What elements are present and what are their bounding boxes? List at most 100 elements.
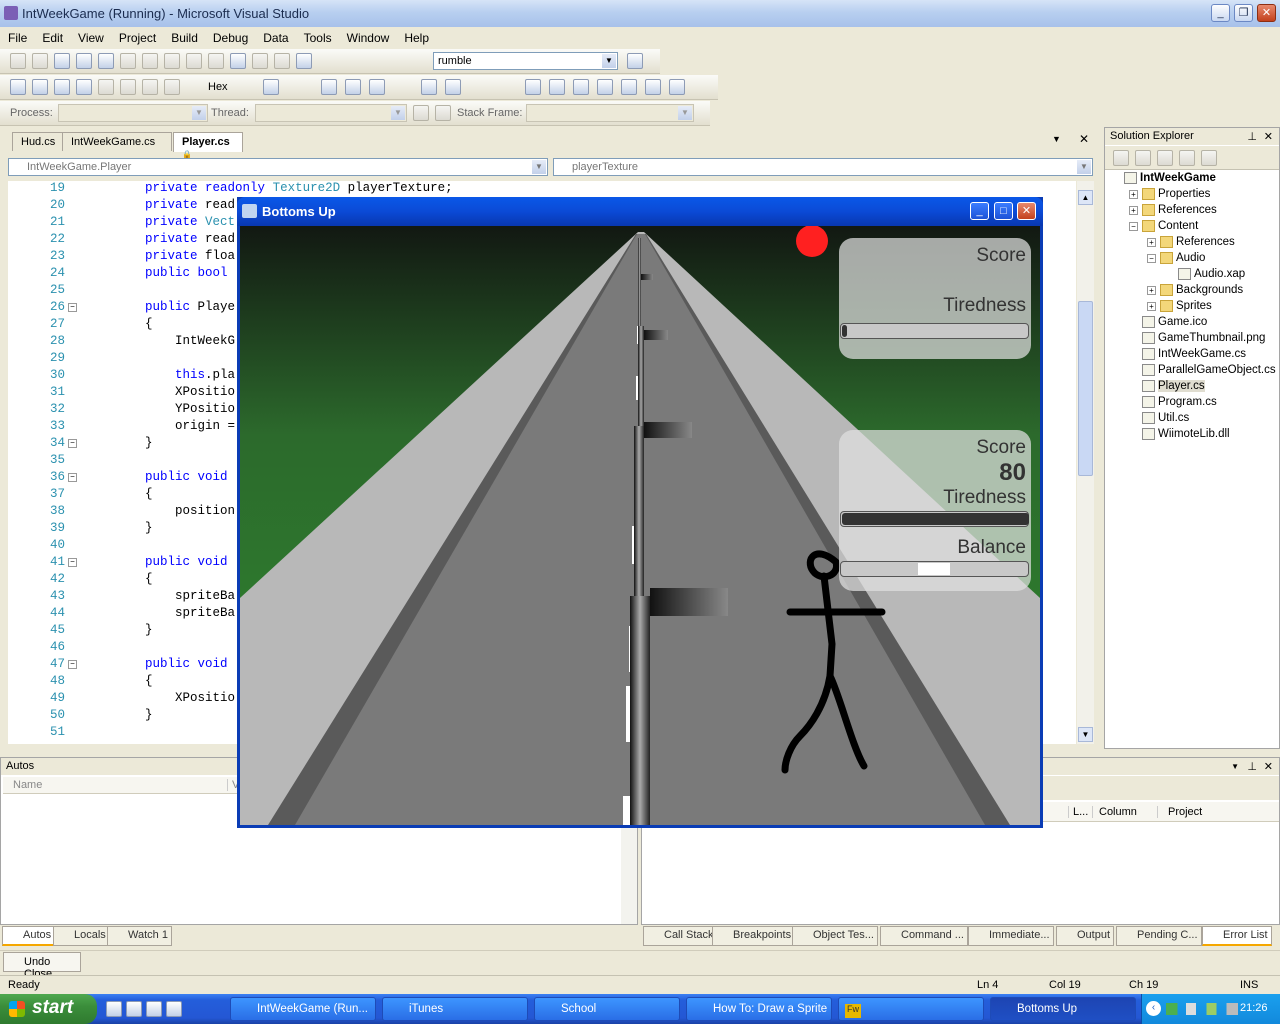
bookmark-prev-icon[interactable] (549, 79, 565, 95)
tab-breakpoints[interactable]: Breakpoints (712, 926, 796, 946)
menu-view[interactable]: View (70, 27, 111, 45)
filter-icon-2[interactable] (435, 105, 451, 121)
continue-icon[interactable] (10, 79, 26, 95)
menu-build[interactable]: Build (163, 27, 205, 45)
task-fireworks[interactable]: Fw (838, 997, 984, 1021)
tree-item[interactable]: +Audio.xap (1165, 268, 1245, 280)
minimize-button[interactable]: _ (1211, 4, 1230, 22)
view-code-icon[interactable] (1179, 150, 1195, 166)
fold-toggle[interactable]: − (68, 473, 77, 482)
tab-locals[interactable]: Locals (53, 926, 110, 946)
dropdown-icon[interactable]: ▼ (1231, 762, 1239, 771)
tab-immediate[interactable]: Immediate... (968, 926, 1054, 946)
close-icon[interactable]: ✕ (1264, 130, 1273, 143)
type-combo[interactable]: IntWeekGame.Player ▼ (8, 158, 548, 176)
expand-icon[interactable]: + (1129, 189, 1138, 199)
step-over-icon[interactable] (142, 79, 158, 95)
properties-icon[interactable] (1113, 150, 1129, 166)
menu-data[interactable]: Data (255, 27, 295, 45)
menu-debug[interactable]: Debug (205, 27, 255, 45)
restart-icon[interactable] (76, 79, 92, 95)
scroll-up-button[interactable]: ▲ (1078, 190, 1093, 205)
break-all-icon[interactable] (32, 79, 48, 95)
game-minimize-button[interactable]: _ (970, 202, 989, 220)
configuration-icon[interactable] (274, 53, 290, 69)
tab-autos[interactable]: Autos (2, 926, 56, 946)
close-document-icon[interactable]: ✕ (1079, 132, 1089, 146)
tree-item[interactable]: +Player.cs (1129, 380, 1205, 393)
hex-toggle[interactable]: Hex (208, 81, 228, 93)
task-itunes[interactable]: iTunes (382, 997, 528, 1021)
add-item-icon[interactable] (32, 53, 48, 69)
game-maximize-button[interactable]: □ (994, 202, 1013, 220)
close-button[interactable]: ✕ (1257, 4, 1276, 22)
undo-close-button[interactable]: Undo Close (3, 952, 81, 980)
show-next-statement-icon[interactable] (98, 79, 114, 95)
find-combo[interactable]: rumble ▼ (433, 52, 618, 70)
fold-toggle[interactable]: − (68, 439, 77, 448)
process-combo[interactable]: ▼ (58, 104, 208, 122)
tree-item[interactable]: +IntWeekGame.cs (1129, 348, 1246, 360)
fold-toggle[interactable]: − (68, 558, 77, 567)
layout-icon[interactable] (321, 79, 337, 95)
expand-icon[interactable]: − (1129, 221, 1138, 231)
pin-icon[interactable]: ⊥ (1247, 760, 1257, 773)
tab-command[interactable]: Command ... (880, 926, 968, 946)
task-how-to[interactable]: How To: Draw a Sprite (686, 997, 832, 1021)
start-button[interactable]: start (0, 994, 97, 1024)
find-icon[interactable] (296, 53, 312, 69)
new-project-icon[interactable] (10, 53, 26, 69)
autos-col-name[interactable]: Name (13, 779, 42, 791)
indent-icon[interactable] (421, 79, 437, 95)
pin-icon[interactable]: ⊥ (1247, 130, 1257, 143)
tree-item[interactable]: + References (1147, 236, 1235, 248)
messenger-icon[interactable] (146, 1001, 162, 1017)
start-icon[interactable] (252, 53, 268, 69)
tree-item[interactable]: +Program.cs (1129, 396, 1217, 408)
tree-item[interactable]: + References (1129, 204, 1217, 216)
breakpoint-icon[interactable] (263, 79, 279, 95)
menu-window[interactable]: Window (339, 27, 397, 45)
media-icon[interactable] (126, 1001, 142, 1017)
tab-dropdown-icon[interactable]: ▼ (1052, 134, 1061, 144)
game-close-button[interactable]: ✕ (1017, 202, 1036, 220)
fold-toggle[interactable]: − (68, 660, 77, 669)
open-file-icon[interactable] (54, 53, 70, 69)
menu-file[interactable]: File (0, 27, 34, 45)
save-all-icon[interactable] (98, 53, 114, 69)
tab-error-list[interactable]: Error List (1202, 926, 1272, 946)
save-icon[interactable] (76, 53, 92, 69)
filter-icon[interactable] (413, 105, 429, 121)
task-visual-studio[interactable]: IntWeekGame (Run... (230, 997, 376, 1021)
stop-icon[interactable] (54, 79, 70, 95)
tab-hud[interactable]: Hud.cs (12, 132, 65, 151)
member-combo[interactable]: playerTexture ▼ (553, 158, 1093, 176)
tray-expand-icon[interactable]: ‹ (1146, 1001, 1161, 1016)
bookmark-clear-icon[interactable] (597, 79, 613, 95)
menu-help[interactable]: Help (396, 27, 436, 45)
tree-item[interactable]: +Util.cs (1129, 412, 1189, 424)
expand-icon[interactable]: + (1147, 301, 1156, 311)
undo-icon[interactable] (186, 53, 202, 69)
expand-icon[interactable]: + (1147, 237, 1156, 247)
task-bottoms-up[interactable]: Bottoms Up (990, 997, 1136, 1021)
tab-player[interactable]: Player.cs 🔒 (173, 132, 243, 159)
bookmark-folder-prev-icon[interactable] (669, 79, 685, 95)
show-all-files-icon[interactable] (1135, 150, 1151, 166)
tab-object-test[interactable]: Object Tes... (792, 926, 878, 946)
bookmark-icon[interactable] (525, 79, 541, 95)
bookmark-folder-icon[interactable] (621, 79, 637, 95)
menu-project[interactable]: Project (111, 27, 163, 45)
expand-icon[interactable]: − (1147, 253, 1156, 263)
close-icon[interactable]: ✕ (1264, 760, 1273, 773)
thread-combo[interactable]: ▼ (255, 104, 407, 122)
col-column[interactable]: Column (1092, 806, 1137, 818)
tree-item[interactable]: +Game.ico (1129, 316, 1207, 328)
tree-item[interactable]: − Content (1129, 220, 1198, 232)
tab-watch[interactable]: Watch 1 (107, 926, 172, 946)
vs-icon[interactable] (166, 1001, 182, 1017)
step-out-icon[interactable] (164, 79, 180, 95)
stack-frame-combo[interactable]: ▼ (526, 104, 694, 122)
tree-item[interactable]: − Audio (1147, 252, 1205, 264)
expand-icon[interactable]: + (1147, 285, 1156, 295)
